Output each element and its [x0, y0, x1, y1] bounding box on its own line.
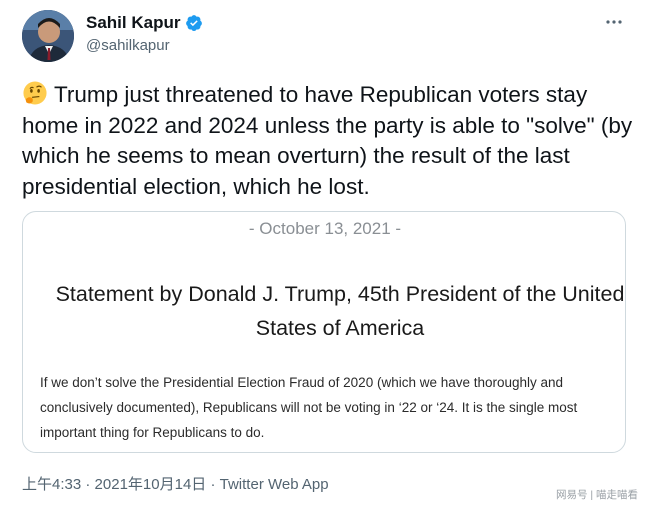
- tweet-metadata: 上午4:33 · 2021年10月14日 · Twitter Web App: [22, 473, 329, 494]
- avatar[interactable]: [22, 10, 74, 62]
- thinking-face-emoji-icon: [23, 81, 47, 105]
- more-options-dots: [606, 20, 622, 24]
- meta-separator-2: ·: [210, 476, 216, 493]
- tweet-body: Trump just threatened to have Republican…: [22, 82, 633, 199]
- meta-separator: ·: [85, 476, 91, 493]
- statement-date: - October 13, 2021 -: [248, 219, 402, 238]
- author-name-text[interactable]: Sahil Kapur: [86, 13, 180, 33]
- verified-badge-icon: [186, 15, 203, 31]
- author-name[interactable]: Sahil Kapur: [86, 13, 203, 33]
- avatar-image: [22, 10, 74, 62]
- more-options-icon[interactable]: [604, 12, 624, 36]
- tweet-time[interactable]: 上午4:33: [22, 476, 81, 493]
- watermark: 网易号 | 喵走喵看: [556, 489, 639, 501]
- statement-body: If we don’t solve the Presidential Elect…: [40, 375, 578, 440]
- tweet-source-app[interactable]: Twitter Web App: [220, 476, 329, 493]
- author-handle[interactable]: @sahilkapur: [86, 37, 170, 54]
- statement-heading: Statement by Donald J. Trump, 45th Presi…: [55, 282, 625, 340]
- tweet-date[interactable]: 2021年10月14日: [95, 476, 207, 493]
- tweet-text: Trump just threatened to have Republican…: [22, 80, 642, 202]
- tweet: Sahil Kapur @sahilkapur Trump just threa…: [0, 0, 650, 507]
